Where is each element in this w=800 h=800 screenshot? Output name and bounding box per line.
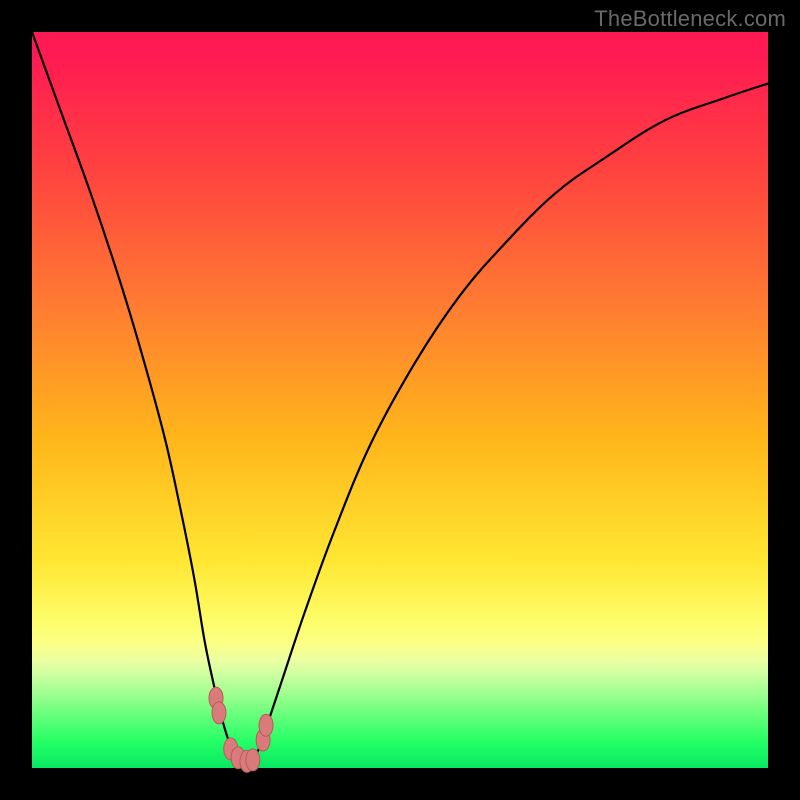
curve-marker: [259, 714, 273, 736]
bottleneck-curve: [32, 32, 768, 763]
curve-markers: [209, 687, 273, 772]
curve-marker: [246, 749, 260, 771]
curve-marker: [212, 702, 226, 724]
curve-svg: [32, 32, 768, 768]
watermark-text: TheBottleneck.com: [594, 6, 786, 32]
chart-frame: TheBottleneck.com: [0, 0, 800, 800]
plot-area: [32, 32, 768, 768]
